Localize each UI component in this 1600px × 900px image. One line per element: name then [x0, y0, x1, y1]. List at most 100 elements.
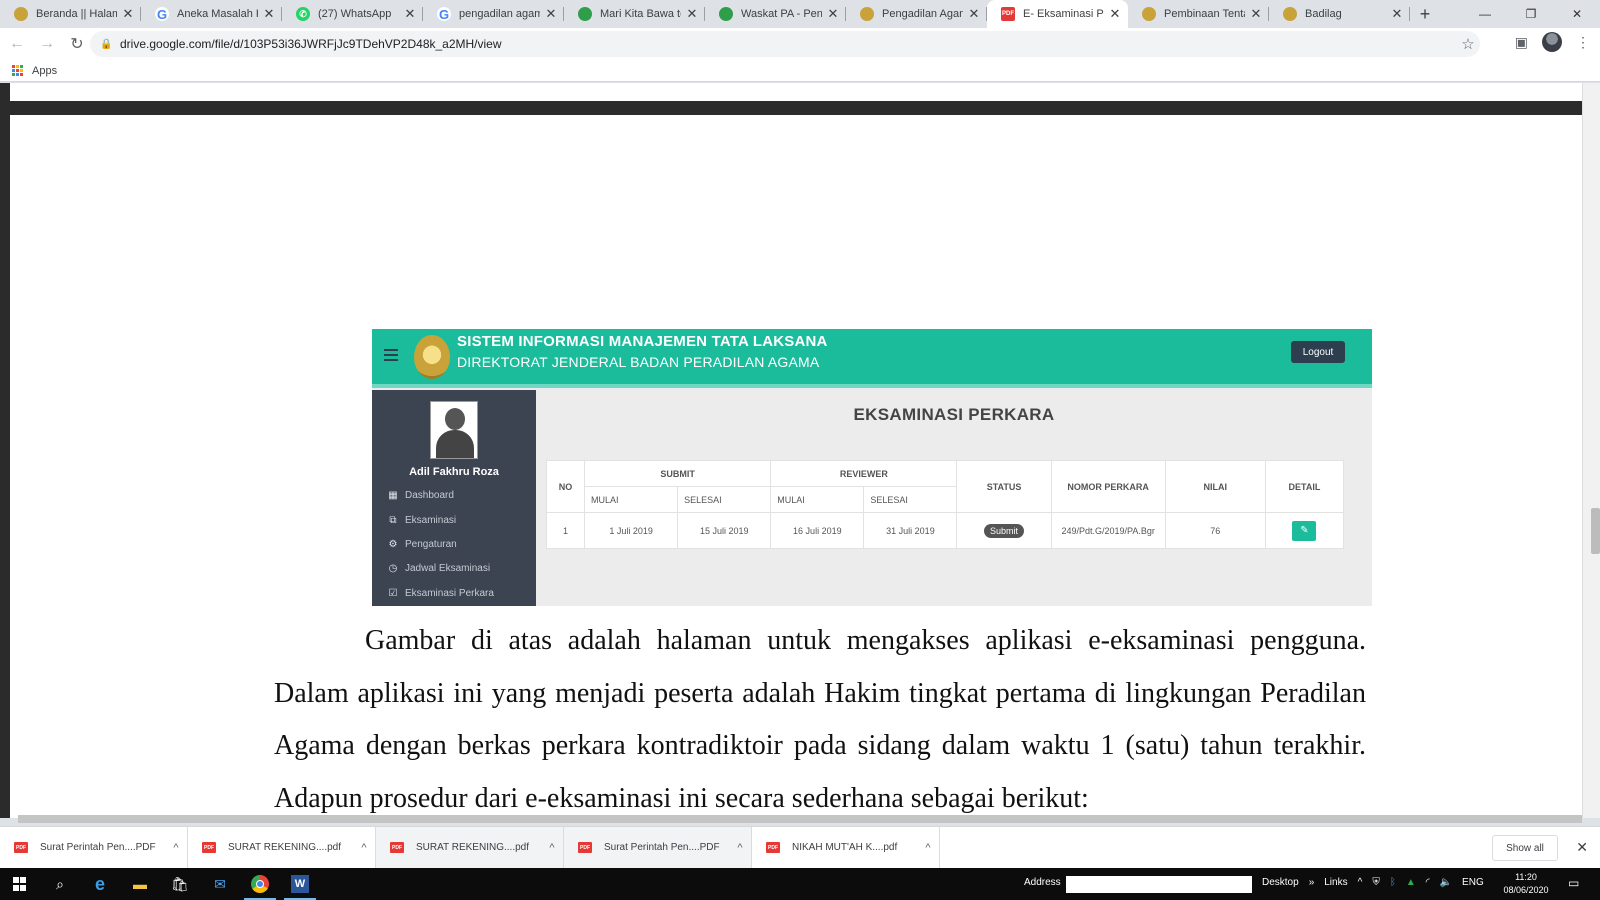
tab-1[interactable]: Beranda || Halaman ✕ [0, 0, 141, 28]
close-icon[interactable]: ✕ [685, 6, 699, 22]
gold-emblem-icon [860, 7, 874, 21]
desktop-toolbar[interactable]: Desktop [1262, 877, 1299, 888]
download-item-4[interactable]: PDF Surat Perintah Pen....PDF ^ [564, 826, 752, 869]
eksaminasi-table: NO SUBMIT REVIEWER STATUS NOMOR PERKARA … [545, 460, 1345, 549]
header-status: STATUS [956, 460, 1052, 513]
search-icon[interactable]: ⌕ [40, 868, 80, 900]
apps-bookmark[interactable]: Apps [32, 65, 57, 77]
tab-2[interactable]: G Aneka Masalah Huk ✕ [141, 0, 282, 28]
tab-7[interactable]: Pengadilan Agama ✕ [846, 0, 987, 28]
pdf-file-icon: PDF [390, 842, 404, 853]
scroll-thumb[interactable] [1591, 508, 1600, 554]
close-icon[interactable]: ✕ [544, 6, 558, 22]
new-tab-button[interactable]: + [1410, 0, 1440, 28]
show-all-button[interactable]: Show all [1492, 835, 1558, 861]
minimize-icon[interactable]: — [1462, 0, 1508, 28]
tab-label: Badilag [1305, 8, 1342, 20]
cast-icon[interactable]: ▣ [1515, 34, 1528, 51]
emblem-logo [414, 335, 450, 379]
back-arrow-icon[interactable]: ← [4, 31, 30, 57]
address-bar[interactable]: 🔒 drive.google.com/file/d/103P53i36JWRFj… [90, 31, 1480, 57]
forward-arrow-icon[interactable]: → [34, 31, 60, 57]
download-item-2[interactable]: PDF SURAT REKENING....pdf ^ [188, 826, 376, 869]
close-icon[interactable]: ✕ [826, 6, 840, 22]
notification-icon[interactable]: ▭ [1568, 876, 1579, 890]
chevron-up-icon[interactable]: ^ [1358, 877, 1363, 888]
download-item-1[interactable]: PDF Surat Perintah Pen....PDF ^ [0, 826, 188, 869]
tab-4[interactable]: Gpengadilan agama ✕ [423, 0, 564, 28]
close-icon[interactable]: ✕ [1576, 839, 1588, 856]
table-row: 1 1 Juli 2019 15 Juli 2019 16 Juli 2019 … [545, 512, 1345, 549]
cell-no: 1 [545, 512, 586, 549]
close-icon[interactable]: ✕ [1390, 6, 1404, 22]
wifi-icon[interactable]: ◜ [1426, 877, 1430, 888]
cell-detail: ✎ [1264, 512, 1345, 549]
links-toolbar[interactable]: Links [1324, 877, 1347, 888]
language-indicator[interactable]: ENG [1462, 877, 1484, 888]
close-icon[interactable]: ✕ [1108, 6, 1122, 22]
vertical-scrollbar[interactable] [1582, 83, 1600, 818]
word-icon[interactable]: W [280, 868, 320, 900]
chrome-icon[interactable] [240, 868, 280, 900]
status-badge: Submit [984, 523, 1025, 538]
reload-icon[interactable]: ↻ [64, 31, 90, 57]
header-nilai: NILAI [1164, 460, 1266, 513]
download-name: NIKAH MUT'AH K....pdf [792, 842, 898, 853]
url-text[interactable]: drive.google.com/file/d/103P53i36JWRFjJc… [120, 37, 1456, 51]
sidebar-item-eksaminasi: ⧉ Eksaminasi [387, 512, 456, 528]
tab-9[interactable]: Pembinaan Tentang ✕ [1128, 0, 1269, 28]
close-icon[interactable]: ✕ [967, 6, 981, 22]
clock-icon: ◷ [388, 562, 398, 574]
expand-icon[interactable]: » [1309, 877, 1315, 888]
header-reviewer: REVIEWER [770, 460, 958, 487]
chevron-up-icon[interactable]: ^ [729, 842, 751, 854]
close-icon[interactable]: ✕ [403, 6, 417, 22]
volume-icon[interactable]: 🔈 [1440, 877, 1452, 888]
chevron-up-icon[interactable]: ^ [541, 842, 563, 854]
chevron-up-icon[interactable]: ^ [917, 842, 939, 854]
menu-dots-icon[interactable]: ⋮ [1576, 34, 1590, 51]
download-name: Surat Perintah Pen....PDF [40, 842, 156, 853]
tab-label: E- Eksaminasi Putus [1023, 8, 1104, 20]
tab-6[interactable]: Waskat PA - Pengac ✕ [705, 0, 846, 28]
pdf-file-icon: PDF [578, 842, 592, 853]
close-icon[interactable]: ✕ [121, 6, 135, 22]
tab-3[interactable]: ✆ (27) WhatsApp ✕ [282, 0, 423, 28]
sidebar-item-jadwal: ◷ Jadwal Eksaminasi [387, 560, 490, 576]
tab-10[interactable]: Badilag ✕ [1269, 0, 1410, 28]
shield-icon[interactable]: ⛨ [1372, 877, 1380, 888]
header-submit-mulai: MULAI [584, 486, 679, 513]
horizontal-scrollbar[interactable] [18, 815, 1582, 823]
download-item-3[interactable]: PDF SURAT REKENING....pdf ^ [376, 826, 564, 869]
edge-icon[interactable]: e [80, 868, 120, 900]
page-title: EKSAMINASI PERKARA [853, 405, 1055, 424]
restore-icon[interactable]: ❐ [1508, 0, 1554, 28]
tab-8-active[interactable]: PDF E- Eksaminasi Putus ✕ [987, 0, 1128, 28]
close-window-icon[interactable]: ✕ [1554, 0, 1600, 28]
close-icon[interactable]: ✕ [262, 6, 276, 22]
mail-icon[interactable]: ✉ [200, 868, 240, 900]
profile-avatar[interactable] [1542, 32, 1562, 52]
green-emblem-icon [578, 7, 592, 21]
store-icon[interactable]: 🛍 [160, 868, 200, 900]
download-item-5[interactable]: PDF NIKAH MUT'AH K....pdf ^ [752, 826, 940, 869]
chevron-up-icon[interactable]: ^ [165, 842, 187, 854]
file-explorer-icon[interactable]: ▬ [120, 868, 160, 900]
tab-5[interactable]: Mari Kita Bawa terb ✕ [564, 0, 705, 28]
apps-grid-icon[interactable] [12, 64, 24, 77]
bluetooth-icon[interactable]: ᛒ [1390, 877, 1396, 888]
bookmark-star-icon[interactable]: ☆ [1456, 35, 1480, 53]
cell-submit-mulai: 1 Juli 2019 [584, 512, 679, 549]
chevron-up-icon[interactable]: ^ [353, 842, 375, 854]
antivirus-icon[interactable]: ▲ [1406, 877, 1416, 888]
clock[interactable]: 11:20 08/06/2020 [1498, 871, 1554, 897]
close-icon[interactable]: ✕ [1249, 6, 1263, 22]
address-toolbar-input[interactable] [1066, 876, 1252, 893]
app-title: SISTEM INFORMASI MANAJEMEN TATA LAKSANA [457, 333, 828, 350]
tab-label: Pengadilan Agama [882, 8, 963, 20]
cell-reviewer-selesai: 31 Juli 2019 [863, 512, 958, 549]
start-button[interactable] [0, 868, 40, 900]
tab-label: Mari Kita Bawa terb [600, 8, 681, 20]
cell-status: Submit [956, 512, 1052, 549]
tab-label: pengadilan agama [459, 8, 540, 20]
